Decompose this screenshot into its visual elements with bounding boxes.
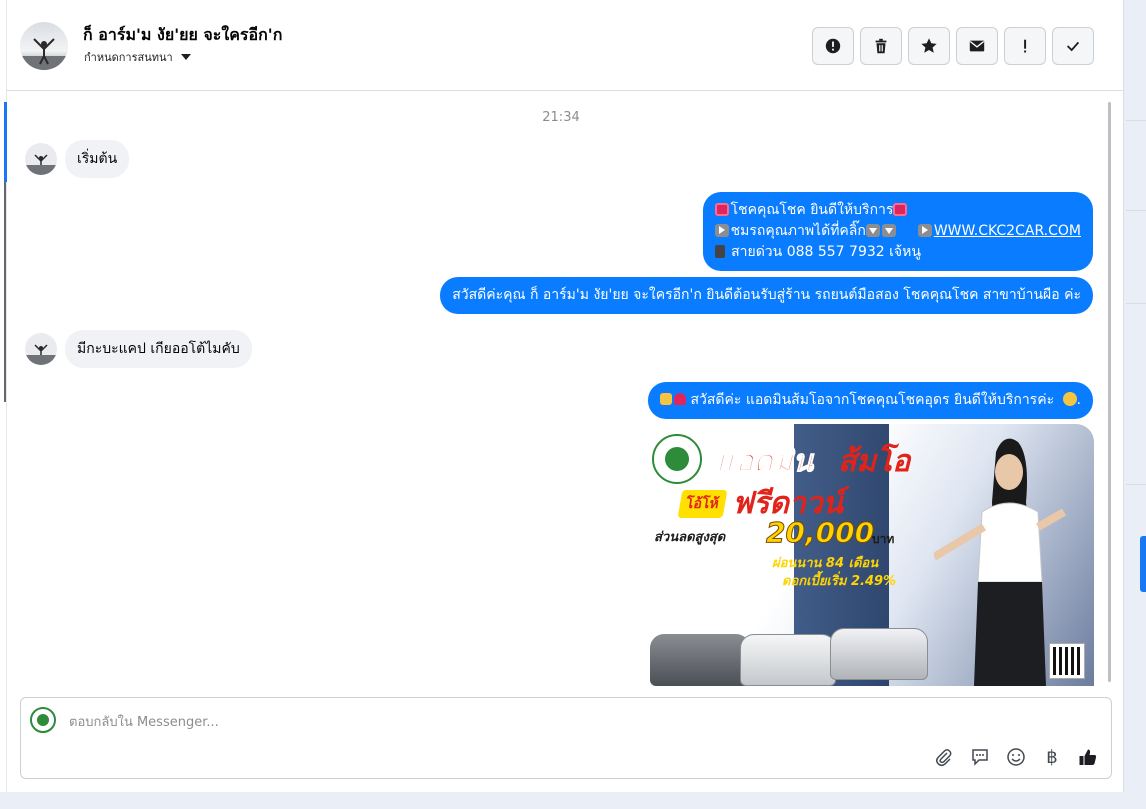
trash-icon bbox=[875, 38, 887, 54]
emoji-button[interactable] bbox=[1005, 746, 1027, 768]
composer-tools: ฿ bbox=[933, 746, 1099, 768]
like-button[interactable] bbox=[1077, 746, 1099, 768]
play-button-icon bbox=[917, 224, 932, 237]
message-line: โชคคุณโชค ยินดีให้บริการ bbox=[714, 200, 1081, 221]
emoji-icon bbox=[1007, 748, 1025, 766]
side-panel-divider bbox=[1126, 120, 1146, 121]
heart-icon bbox=[674, 393, 687, 405]
incoming-message-row: เริ่มต้น bbox=[25, 140, 130, 178]
saved-replies-button[interactable] bbox=[969, 746, 991, 768]
page-avatar bbox=[30, 707, 56, 733]
message-thread[interactable]: 21:34 เริ่มต้น โชคคุณโชค ยินดีให้บริการ … bbox=[7, 92, 1115, 686]
message-text: โชคคุณโชค ยินดีให้บริการ bbox=[730, 202, 894, 218]
promo-image[interactable]: แอดมิน ส้มโอ โอ้โห้ ฟรีดาวน์ ส่วนลดสูงสุ… bbox=[644, 424, 1094, 686]
baht-icon: ฿ bbox=[1046, 746, 1058, 768]
mobile-phone-icon bbox=[714, 245, 725, 258]
important-button[interactable] bbox=[1004, 27, 1046, 65]
promo-discount-unit: บาท bbox=[872, 532, 895, 546]
check-icon bbox=[1066, 41, 1080, 52]
star-icon bbox=[921, 38, 937, 53]
attach-button[interactable] bbox=[933, 746, 955, 768]
outgoing-message-bubble[interactable]: สวัสดีค่ะคุณ ก็ อาร์ม'ม งัย'ยย จะใครอีก'… bbox=[440, 277, 1093, 314]
promo-car-graphic bbox=[740, 634, 836, 686]
report-button[interactable] bbox=[812, 27, 854, 65]
delete-button[interactable] bbox=[860, 27, 902, 65]
side-panel-divider bbox=[1126, 484, 1146, 485]
thumbs-up-icon bbox=[1079, 749, 1097, 765]
website-link[interactable]: WWW.CKC2CAR.COM bbox=[934, 223, 1081, 239]
contact-avatar[interactable] bbox=[20, 22, 68, 70]
incoming-message-row: มีกะบะแคป เกียออโต้ไมคับ bbox=[25, 330, 252, 368]
promo-title-admin: แอดมิน bbox=[715, 444, 814, 480]
thread-list-scrollbar[interactable] bbox=[4, 182, 6, 402]
message-text: สวัสดีค่ะ แอดมินส้มโอจากโชคคุณโชคอุดร ยิ… bbox=[690, 392, 1055, 408]
pray-icon bbox=[660, 393, 673, 405]
mark-done-button[interactable] bbox=[1052, 27, 1094, 65]
sparkle-heart-icon bbox=[714, 203, 729, 216]
message-text: . bbox=[1076, 392, 1081, 408]
saved-reply-icon bbox=[972, 749, 988, 766]
promo-car-graphic bbox=[650, 634, 750, 686]
contact-name: ก็ อาร์ม'ม งัย'ยย จะใครอีก'ก bbox=[83, 25, 283, 44]
message-text: สายด่วน 088 557 7932 เจ้หนู bbox=[731, 244, 921, 260]
play-button-icon bbox=[714, 224, 729, 237]
promo-title-name: ส้มโอ bbox=[838, 444, 911, 479]
message-timestamp: 21:34 bbox=[542, 110, 580, 125]
conversation-header: ก็ อาร์ม'ม งัย'ยย จะใครอีก'ก กำหนดการสนท… bbox=[7, 0, 1124, 91]
sparkle-heart-icon bbox=[893, 203, 908, 216]
payment-button[interactable]: ฿ bbox=[1041, 746, 1063, 768]
header-toolbar bbox=[812, 27, 1094, 65]
star-button[interactable] bbox=[908, 27, 950, 65]
smiling-face-icon bbox=[1062, 392, 1077, 406]
sender-avatar[interactable] bbox=[25, 333, 57, 365]
promo-badge: โอ้โห้ bbox=[677, 490, 728, 518]
incoming-message-bubble[interactable]: มีกะบะแคป เกียออโต้ไมคับ bbox=[65, 330, 252, 368]
mark-unread-button[interactable] bbox=[956, 27, 998, 65]
down-arrow-icon bbox=[881, 224, 896, 237]
report-icon bbox=[825, 38, 841, 54]
exclamation-icon bbox=[1024, 39, 1027, 53]
down-arrow-icon bbox=[865, 224, 880, 237]
paperclip-icon bbox=[936, 749, 952, 767]
conversation-scrollbar[interactable] bbox=[1106, 92, 1115, 686]
incoming-message-bubble[interactable]: เริ่มต้น bbox=[65, 140, 130, 178]
reply-input[interactable] bbox=[69, 711, 769, 733]
promo-discount-label: ส่วนลดสูงสุด bbox=[654, 530, 726, 545]
promo-truck-graphic bbox=[830, 628, 928, 680]
assign-label: กำหนดการสนทนา bbox=[84, 51, 173, 64]
scrollbar-thumb[interactable] bbox=[1108, 102, 1111, 682]
promo-rate: ดอกเบี้ยเริ่ม 2.49% bbox=[782, 574, 897, 589]
reply-composer: ฿ bbox=[20, 697, 1112, 779]
mail-icon bbox=[969, 40, 985, 52]
side-panel-divider bbox=[1126, 210, 1146, 211]
assign-conversation-dropdown[interactable]: กำหนดการสนทนา bbox=[84, 48, 191, 66]
message-text: ชมรถคุณภาพได้ที่คลิ๊ก bbox=[730, 223, 866, 239]
conversation-panel: ก็ อาร์ม'ม งัย'ยย จะใครอีก'ก กำหนดการสนท… bbox=[0, 0, 1124, 792]
message-line: ชมรถคุณภาพได้ที่คลิ๊ก WWW.CKC2CAR.COM bbox=[714, 221, 1081, 242]
qr-code bbox=[1049, 643, 1085, 679]
message-line: สายด่วน 088 557 7932 เจ้หนู bbox=[714, 242, 1081, 263]
sender-avatar[interactable] bbox=[25, 143, 57, 175]
promo-discount-amount: 20,000 bbox=[765, 516, 875, 550]
dealer-logo bbox=[652, 434, 702, 484]
outgoing-message-bubble[interactable]: สวัสดีค่ะ แอดมินส้มโอจากโชคคุณโชคอุดร ยิ… bbox=[648, 382, 1093, 419]
side-panel-tab[interactable] bbox=[1140, 536, 1146, 592]
outgoing-message-bubble[interactable]: โชคคุณโชค ยินดีให้บริการ ชมรถคุณภาพได้ที… bbox=[702, 192, 1093, 271]
caret-down-icon bbox=[180, 54, 191, 60]
side-panel-divider bbox=[1126, 303, 1146, 304]
